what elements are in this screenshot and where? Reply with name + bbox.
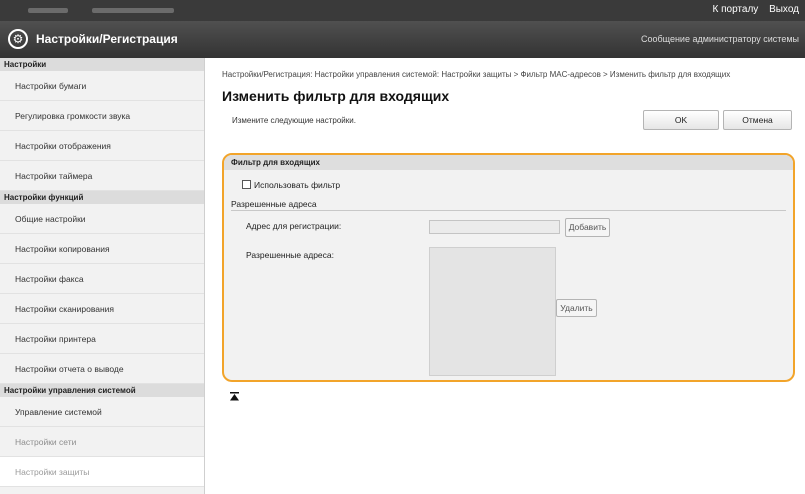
add-button[interactable]: Добавить xyxy=(565,218,610,237)
sidebar-item-paper[interactable]: Настройки бумаги xyxy=(0,71,204,101)
sidebar-section-settings: Настройки xyxy=(0,58,204,71)
sidebar-item-printer[interactable]: Настройки принтера xyxy=(0,324,204,354)
page-title: Изменить фильтр для входящих xyxy=(222,88,450,104)
sidebar-item-copy[interactable]: Настройки копирования xyxy=(0,234,204,264)
allowed-section-heading: Разрешенные адреса xyxy=(231,199,317,209)
sidebar-item-common[interactable]: Общие настройки xyxy=(0,204,204,234)
register-address-input[interactable] xyxy=(429,220,560,234)
use-filter-row: Использовать фильтр xyxy=(242,180,340,190)
top-bar-info xyxy=(28,8,68,13)
app-title: Настройки/Регистрация xyxy=(36,32,178,46)
allowed-addresses-label: Разрешенные адреса: xyxy=(246,250,334,260)
delete-button[interactable]: Удалить xyxy=(556,299,597,317)
incoming-filter-panel: Фильтр для входящих Использовать фильтр … xyxy=(222,153,795,382)
ok-button[interactable]: OK xyxy=(643,110,719,130)
top-bar-info xyxy=(92,8,174,13)
sidebar-item-volume[interactable]: Регулировка громкости звука xyxy=(0,101,204,131)
sidebar-item-security[interactable]: Настройки защиты xyxy=(0,457,204,487)
sidebar-item-output-report[interactable]: Настройки отчета о выводе xyxy=(0,354,204,384)
sidebar-item-display[interactable]: Настройки отображения xyxy=(0,131,204,161)
allowed-addresses-list[interactable] xyxy=(429,247,556,376)
sidebar-section-system: Настройки управления системой xyxy=(0,384,204,397)
settings-gear-icon: ⚙ xyxy=(8,29,28,49)
sidebar-item-timer[interactable]: Настройки таймера xyxy=(0,161,204,191)
use-filter-checkbox[interactable] xyxy=(242,180,251,189)
top-bar: К порталу Выход xyxy=(0,0,805,21)
cancel-button[interactable]: Отмена xyxy=(723,110,792,130)
portal-link[interactable]: К порталу xyxy=(713,4,759,15)
sidebar-item-fax[interactable]: Настройки факса xyxy=(0,264,204,294)
panel-title: Фильтр для входящих xyxy=(224,155,793,170)
sidebar-item-system-management[interactable]: Управление системой xyxy=(0,397,204,427)
top-bar-links: К порталу Выход xyxy=(705,4,800,15)
logout-link[interactable]: Выход xyxy=(769,4,799,15)
use-filter-label[interactable]: Использовать фильтр xyxy=(254,180,340,190)
sidebar-item-network[interactable]: Настройки сети xyxy=(0,427,204,457)
instruction-row: Измените следующие настройки. OK Отмена xyxy=(222,110,797,132)
section-divider xyxy=(231,210,786,211)
breadcrumb: Настройки/Регистрация: Настройки управле… xyxy=(222,70,731,79)
main-content: Настройки/Регистрация: Настройки управле… xyxy=(222,70,797,382)
sidebar: Настройки Настройки бумаги Регулировка г… xyxy=(0,58,205,494)
app-header: ⚙ Настройки/Регистрация Сообщение админи… xyxy=(0,21,805,58)
register-address-label: Адрес для регистрации: xyxy=(246,221,342,231)
sidebar-item-scan[interactable]: Настройки сканирования xyxy=(0,294,204,324)
arrow-top-icon[interactable] xyxy=(230,392,239,403)
sidebar-section-functions: Настройки функций xyxy=(0,191,204,204)
admin-message-link[interactable]: Сообщение администратору системы xyxy=(641,34,799,44)
instruction-text: Измените следующие настройки. xyxy=(232,116,356,125)
